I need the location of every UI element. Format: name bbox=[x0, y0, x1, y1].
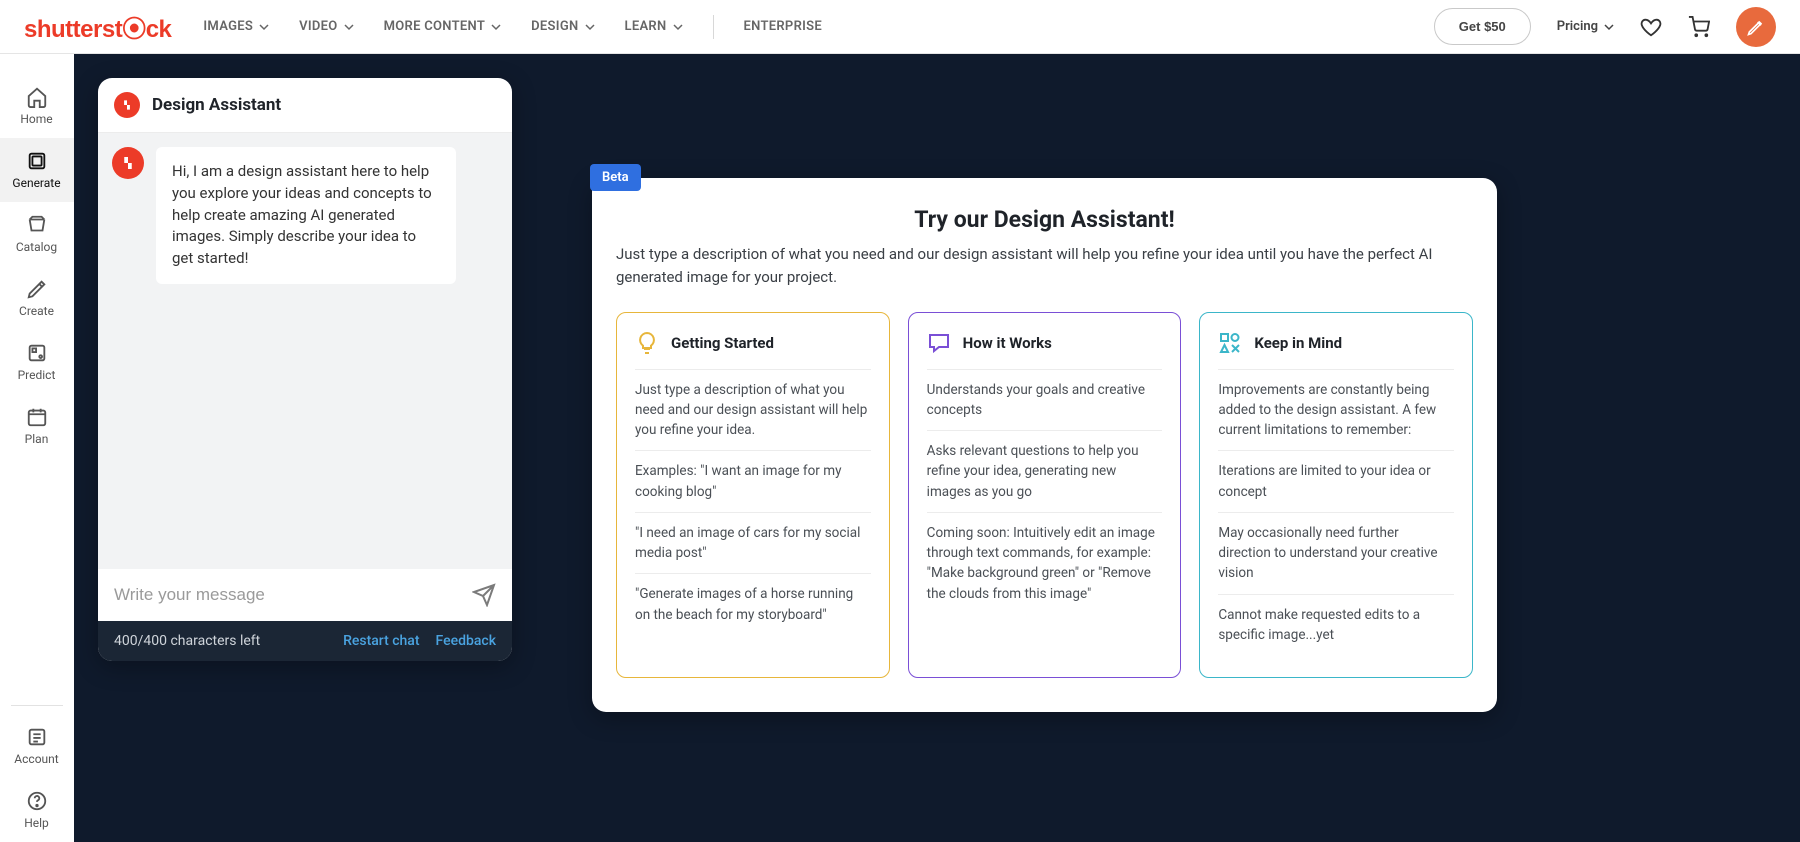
beta-badge: Beta bbox=[590, 164, 641, 191]
help-icon bbox=[26, 790, 48, 812]
card-title: Keep in Mind bbox=[1254, 334, 1342, 352]
info-cards: Getting Started Just type a description … bbox=[616, 312, 1473, 679]
nav-images[interactable]: IMAGES bbox=[203, 19, 269, 34]
card-item: May occasionally need further direction … bbox=[1218, 512, 1454, 594]
avatar[interactable] bbox=[1736, 7, 1776, 47]
cart-icon[interactable] bbox=[1688, 16, 1710, 38]
card-item: Just type a description of what you need… bbox=[635, 369, 871, 451]
nav-enterprise[interactable]: ENTERPRISE bbox=[744, 19, 823, 34]
promo-button[interactable]: Get $50 bbox=[1434, 8, 1531, 45]
sidebar-item-label: Create bbox=[19, 304, 54, 318]
app: Home Generate Catalog Create Predict Pla… bbox=[0, 54, 1800, 842]
lightbulb-icon bbox=[635, 331, 659, 355]
sidebar-item-label: Home bbox=[20, 112, 52, 126]
home-icon bbox=[26, 86, 48, 108]
generate-icon bbox=[26, 150, 48, 172]
sidebar-item-generate[interactable]: Generate bbox=[0, 138, 74, 202]
sidebar-item-help[interactable]: Help bbox=[0, 778, 74, 842]
chat-input[interactable] bbox=[114, 585, 460, 605]
sidebar-item-account[interactable]: Account bbox=[0, 714, 74, 778]
sidebar-item-label: Catalog bbox=[16, 240, 57, 254]
nav-items: IMAGES VIDEO MORE CONTENT DESIGN LEARN E… bbox=[203, 15, 822, 39]
card-item: Understands your goals and creative conc… bbox=[927, 369, 1163, 431]
card-item: Cannot make requested edits to a specifi… bbox=[1218, 594, 1454, 656]
card-item: "I need an image of cars for my social m… bbox=[635, 512, 871, 574]
nav-design[interactable]: DESIGN bbox=[531, 19, 594, 34]
plan-icon bbox=[26, 406, 48, 428]
nav-divider bbox=[713, 15, 714, 39]
sidebar-item-home[interactable]: Home bbox=[0, 74, 74, 138]
card-item: Examples: "I want an image for my cookin… bbox=[635, 450, 871, 512]
restart-chat-link[interactable]: Restart chat bbox=[343, 633, 419, 649]
char-counter: 400/400 characters left bbox=[114, 633, 327, 649]
chevron-down-icon bbox=[491, 22, 501, 32]
logo[interactable]: shutterst⦿ck bbox=[24, 9, 171, 44]
sidebar-item-label: Account bbox=[14, 752, 58, 766]
chat-input-row bbox=[98, 569, 512, 621]
catalog-icon bbox=[26, 214, 48, 236]
send-button[interactable] bbox=[472, 583, 496, 607]
nav-pricing[interactable]: Pricing bbox=[1557, 19, 1614, 34]
card-item: Asks relevant questions to help you refi… bbox=[927, 430, 1163, 512]
chevron-down-icon bbox=[673, 22, 683, 32]
chat-header: Design Assistant bbox=[98, 78, 512, 133]
card-title: How it Works bbox=[963, 334, 1052, 352]
card-getting-started: Getting Started Just type a description … bbox=[616, 312, 890, 679]
info-panel-wrap: Beta Try our Design Assistant! Just type… bbox=[592, 178, 1497, 712]
sidebar-item-plan[interactable]: Plan bbox=[0, 394, 74, 458]
sidebar-item-label: Predict bbox=[18, 368, 56, 382]
chat-title: Design Assistant bbox=[152, 95, 281, 115]
assistant-avatar-icon bbox=[112, 147, 144, 179]
nav-video[interactable]: VIDEO bbox=[299, 19, 353, 34]
brand-badge-icon bbox=[114, 92, 140, 118]
sidebar: Home Generate Catalog Create Predict Pla… bbox=[0, 54, 74, 842]
favorites-icon[interactable] bbox=[1640, 16, 1662, 38]
chevron-down-icon bbox=[585, 22, 595, 32]
info-panel: Try our Design Assistant! Just type a de… bbox=[592, 178, 1497, 712]
topnav: shutterst⦿ck IMAGES VIDEO MORE CONTENT D… bbox=[0, 0, 1800, 54]
chevron-down-icon bbox=[1604, 22, 1614, 32]
card-item: "Generate images of a horse running on t… bbox=[635, 573, 871, 635]
chat-footer: 400/400 characters left Restart chat Fee… bbox=[98, 621, 512, 661]
info-title: Try our Design Assistant! bbox=[616, 206, 1473, 233]
card-keep-in-mind: Keep in Mind Improvements are constantly… bbox=[1199, 312, 1473, 679]
nav-learn[interactable]: LEARN bbox=[625, 19, 683, 34]
chevron-down-icon bbox=[344, 22, 354, 32]
sidebar-item-create[interactable]: Create bbox=[0, 266, 74, 330]
card-item: Iterations are limited to your idea or c… bbox=[1218, 450, 1454, 512]
card-title: Getting Started bbox=[671, 334, 774, 352]
chat-body: Hi, I am a design assistant here to help… bbox=[98, 133, 512, 569]
account-icon bbox=[26, 726, 48, 748]
chevron-down-icon bbox=[259, 22, 269, 32]
send-icon bbox=[472, 583, 496, 607]
create-icon bbox=[26, 278, 48, 300]
card-how-it-works: How it Works Understands your goals and … bbox=[908, 312, 1182, 679]
sidebar-item-label: Help bbox=[24, 816, 49, 830]
sidebar-item-label: Generate bbox=[12, 176, 60, 190]
workspace: Design Assistant Hi, I am a design assis… bbox=[74, 54, 1800, 842]
chat-icon bbox=[927, 331, 951, 355]
card-item: Coming soon: Intuitively edit an image t… bbox=[927, 512, 1163, 614]
nav-more-content[interactable]: MORE CONTENT bbox=[384, 19, 502, 34]
chat-panel: Design Assistant Hi, I am a design assis… bbox=[98, 78, 512, 661]
sidebar-item-predict[interactable]: Predict bbox=[0, 330, 74, 394]
sidebar-divider bbox=[11, 705, 63, 706]
sidebar-item-catalog[interactable]: Catalog bbox=[0, 202, 74, 266]
chat-message: Hi, I am a design assistant here to help… bbox=[156, 147, 456, 284]
sidebar-item-label: Plan bbox=[25, 432, 49, 446]
info-desc: Just type a description of what you need… bbox=[616, 243, 1473, 290]
feedback-link[interactable]: Feedback bbox=[436, 633, 496, 649]
predict-icon bbox=[26, 342, 48, 364]
shapes-icon bbox=[1218, 331, 1242, 355]
card-item: Improvements are constantly being added … bbox=[1218, 369, 1454, 451]
pencil-icon bbox=[1746, 17, 1766, 37]
